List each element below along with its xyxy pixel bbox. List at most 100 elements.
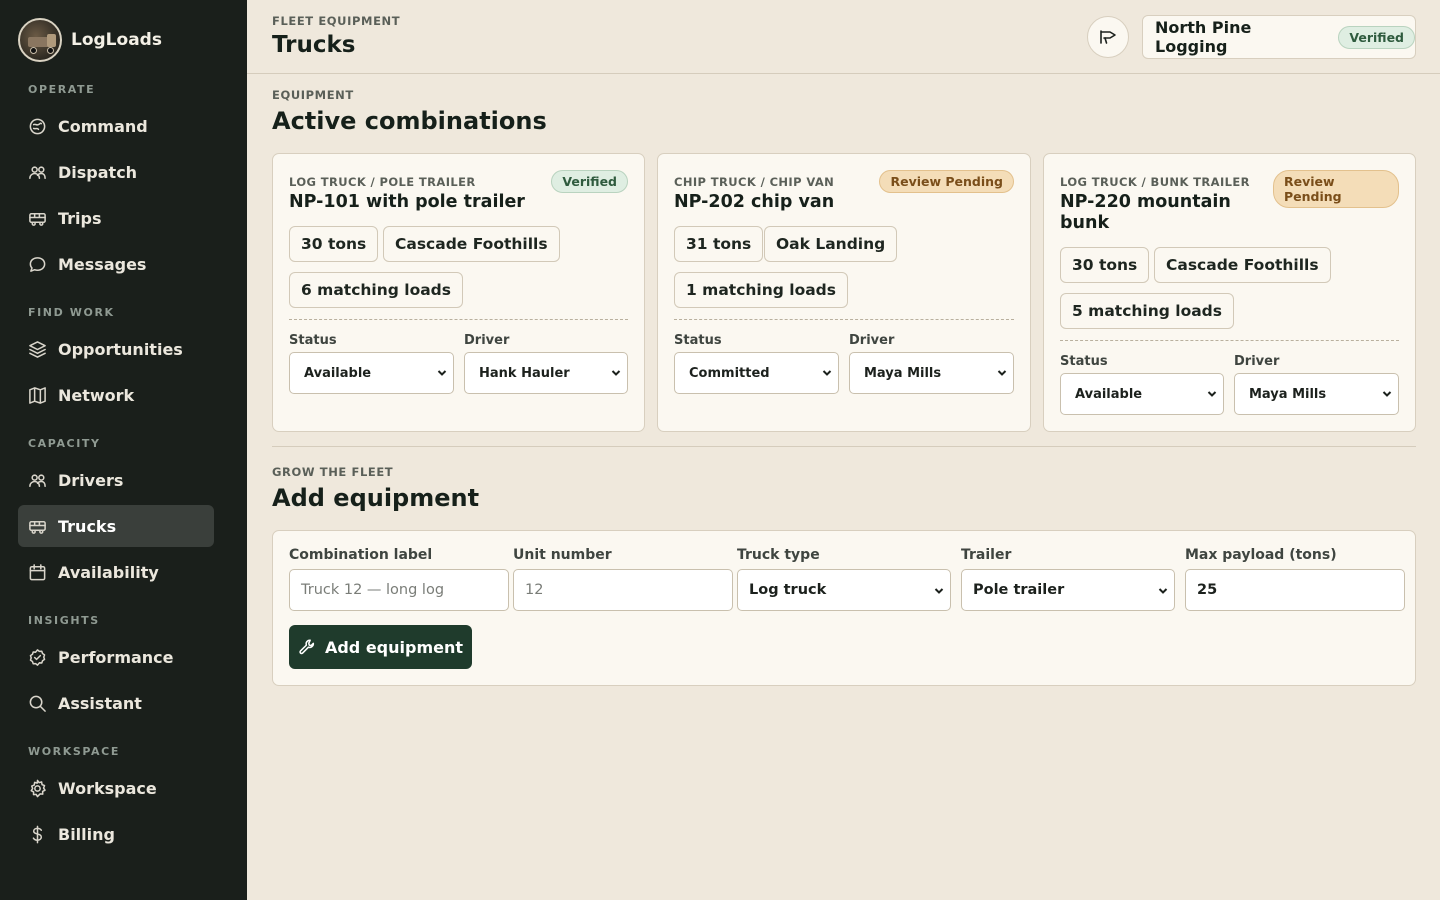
driver-select[interactable]: Maya Mills (1234, 373, 1399, 415)
divider (289, 319, 628, 320)
nav-section-insights: INSIGHTS (28, 614, 100, 627)
sidebar-item-dispatch[interactable]: Dispatch (18, 151, 214, 193)
add-equipment-button[interactable]: Add equipment (289, 625, 472, 669)
page-title: Trucks (272, 32, 356, 58)
status-badge: Review Pending (1273, 170, 1399, 208)
region-chip: Cascade Foothills (383, 226, 560, 262)
trailer-select[interactable]: Pole trailer (961, 569, 1175, 611)
dollar-icon (32, 825, 43, 843)
unit-number-label: Unit number (513, 547, 612, 563)
combination-label-input[interactable]: Truck 12 — long log (289, 569, 509, 611)
sidebar-item-label: Performance (58, 647, 174, 667)
sidebar-item-label: Billing (58, 824, 115, 844)
combination-card: LOG TRUCK / POLE TRAILER NP-101 with pol… (272, 153, 645, 432)
truck-type-value: Log truck (749, 582, 827, 598)
map-icon (29, 386, 46, 404)
unit-number-input[interactable]: 12 (513, 569, 733, 611)
message-icon (29, 256, 46, 272)
calendar-icon (29, 563, 46, 580)
max-payload-label: Max payload (tons) (1185, 547, 1337, 563)
combination-type: CHIP TRUCK / CHIP VAN (674, 175, 835, 189)
sidebar-item-label: Assistant (58, 693, 142, 713)
status-label: Status (1060, 354, 1108, 369)
status-label: Status (674, 333, 722, 348)
matching-loads-chip[interactable]: 5 matching loads (1060, 293, 1235, 329)
sidebar-item-availability[interactable]: Availability (18, 551, 214, 593)
truck-type-label: Truck type (737, 547, 820, 563)
combination-type: LOG TRUCK / BUNK TRAILER (1060, 175, 1250, 189)
sidebar-item-label: Opportunities (58, 339, 183, 359)
equipment-title: Active combinations (272, 107, 547, 135)
org-name: North Pine Logging (1155, 18, 1252, 56)
driver-label: Driver (849, 333, 895, 348)
driver-value: Maya Mills (864, 365, 942, 381)
equipment-eyebrow: EQUIPMENT (272, 88, 354, 102)
sidebar-item-label: Availability (58, 562, 159, 582)
section-divider (272, 446, 1416, 447)
sidebar-item-label: Dispatch (58, 162, 138, 182)
sidebar-item-performance[interactable]: Performance (18, 636, 214, 678)
chevron-down-icon (822, 370, 832, 376)
combination-title: NP-220 mountain bunk (1060, 192, 1231, 233)
sidebar-item-billing[interactable]: Billing (18, 813, 214, 855)
status-select[interactable]: Available (1060, 373, 1224, 415)
region-chip: Cascade Foothills (1154, 247, 1331, 283)
sidebar-item-command[interactable]: Command (18, 105, 214, 147)
logo (18, 18, 62, 62)
status-badge: Verified (551, 170, 628, 193)
matching-loads-chip[interactable]: 6 matching loads (289, 272, 464, 308)
announcements-button[interactable] (1087, 16, 1129, 58)
add-equipment-form: Combination label Truck 12 — long log Un… (272, 530, 1416, 686)
status-value: Available (304, 365, 372, 381)
add-equipment-title: Add equipment (272, 484, 480, 512)
trailer-value: Pole trailer (973, 582, 1065, 598)
chevron-down-icon (1207, 391, 1217, 397)
layers-icon (29, 340, 46, 358)
sidebar-item-label: Trucks (58, 516, 117, 536)
sidebar-item-label: Workspace (58, 778, 157, 798)
org-verified-badge: Verified (1338, 25, 1415, 49)
max-payload-input[interactable]: 25 (1185, 569, 1405, 611)
chevron-down-icon (1158, 588, 1168, 594)
truck-icon (29, 212, 46, 226)
nav-section-workspace: WORKSPACE (28, 745, 120, 758)
driver-label: Driver (464, 333, 510, 348)
app-name: LogLoads (71, 30, 162, 50)
status-badge: Review Pending (879, 170, 1014, 193)
command-icon (29, 118, 46, 134)
sidebar-item-assistant[interactable]: Assistant (18, 682, 214, 724)
status-select[interactable]: Committed (674, 352, 839, 394)
users-icon (29, 473, 46, 487)
sidebar-item-opportunities[interactable]: Opportunities (18, 328, 214, 370)
badge-check-icon (29, 648, 46, 666)
driver-value: Maya Mills (1249, 386, 1327, 402)
status-select[interactable]: Available (289, 352, 454, 394)
org-switcher[interactable]: North Pine Logging Verified (1142, 15, 1416, 59)
divider (1060, 340, 1399, 341)
matching-loads-chip[interactable]: 1 matching loads (674, 272, 849, 308)
sidebar-item-label: Messages (58, 254, 147, 274)
sidebar-item-workspace[interactable]: Workspace (18, 767, 214, 809)
chevron-down-icon (1382, 391, 1392, 397)
truck-type-select[interactable]: Log truck (737, 569, 951, 611)
combination-title: NP-202 chip van (674, 192, 835, 212)
combination-title: NP-101 with pole trailer (289, 192, 525, 212)
sidebar: LogLoads OPERATE Command Dispatch Trips … (0, 0, 247, 900)
add-equipment-eyebrow: GROW THE FLEET (272, 465, 394, 479)
sidebar-item-network[interactable]: Network (18, 374, 214, 416)
combination-card: CHIP TRUCK / CHIP VAN NP-202 chip van Re… (657, 153, 1031, 432)
brand[interactable]: LogLoads (18, 18, 162, 62)
megaphone-icon (1100, 30, 1116, 44)
page-eyebrow: FLEET EQUIPMENT (272, 14, 401, 28)
driver-select[interactable]: Maya Mills (849, 352, 1014, 394)
nav-section-operate: OPERATE (28, 83, 96, 96)
search-icon (29, 695, 46, 712)
sidebar-item-drivers[interactable]: Drivers (18, 459, 214, 501)
payload-chip: 31 tons (674, 226, 764, 262)
sidebar-item-messages[interactable]: Messages (18, 243, 214, 285)
sidebar-item-trucks[interactable]: Trucks (18, 505, 214, 547)
sidebar-item-trips[interactable]: Trips (18, 197, 214, 239)
driver-label: Driver (1234, 354, 1280, 369)
driver-select[interactable]: Hank Hauler (464, 352, 628, 394)
driver-value: Hank Hauler (479, 365, 570, 381)
